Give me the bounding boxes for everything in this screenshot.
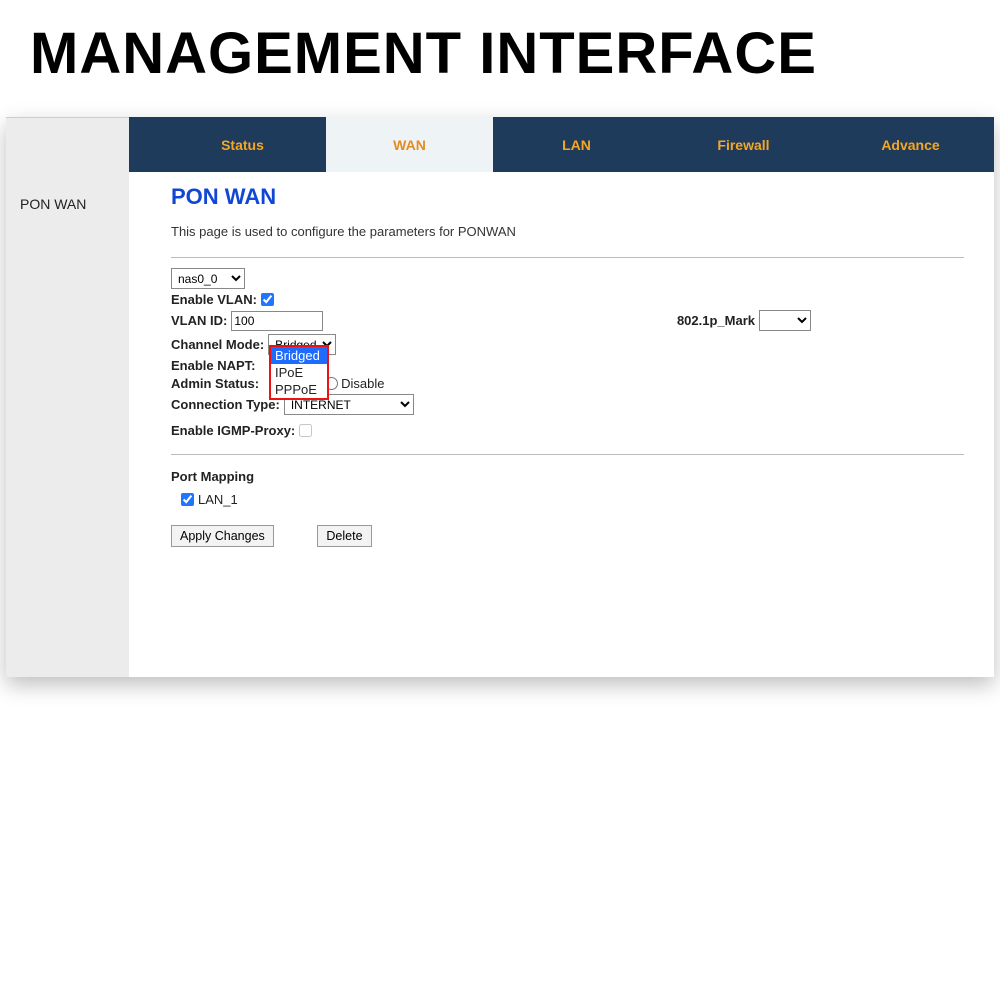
enable-igmp-label: Enable IGMP-Proxy: bbox=[171, 423, 295, 438]
main: Status WAN LAN Firewall Advance PON WAN … bbox=[129, 117, 994, 677]
banner-title: MANAGEMENT INTERFACE bbox=[0, 0, 1000, 117]
channel-mode-label: Channel Mode: bbox=[171, 337, 264, 352]
tab-advance[interactable]: Advance bbox=[827, 117, 994, 172]
tab-lan[interactable]: LAN bbox=[493, 117, 660, 172]
delete-button[interactable]: Delete bbox=[317, 525, 371, 547]
channel-mode-option-bridged[interactable]: Bridged bbox=[271, 347, 327, 364]
admin-status-disable-label: Disable bbox=[341, 376, 384, 391]
enable-vlan-label: Enable VLAN: bbox=[171, 292, 257, 307]
tabbar: Status WAN LAN Firewall Advance bbox=[129, 117, 994, 172]
enable-napt-label: Enable NAPT: bbox=[171, 358, 256, 373]
tab-firewall[interactable]: Firewall bbox=[660, 117, 827, 172]
admin-status-label: Admin Status: bbox=[171, 376, 259, 391]
mark-select[interactable] bbox=[759, 310, 811, 331]
content: PON WAN This page is used to configure t… bbox=[129, 172, 994, 577]
connection-type-label: Connection Type: bbox=[171, 397, 280, 412]
tab-wan[interactable]: WAN bbox=[326, 117, 493, 172]
channel-mode-option-ipoe[interactable]: IPoE bbox=[271, 364, 327, 381]
sidebar: PON WAN bbox=[6, 117, 129, 677]
nas-select[interactable]: nas0_0 bbox=[171, 268, 245, 289]
lan1-checkbox[interactable] bbox=[181, 493, 194, 506]
lan1-label: LAN_1 bbox=[198, 492, 238, 507]
mark-label: 802.1p_Mark bbox=[677, 313, 755, 328]
channel-mode-option-pppoe[interactable]: PPPoE bbox=[271, 381, 327, 398]
port-mapping-label: Port Mapping bbox=[171, 469, 964, 484]
enable-igmp-checkbox[interactable] bbox=[299, 424, 312, 437]
enable-vlan-checkbox[interactable] bbox=[261, 293, 274, 306]
page-description: This page is used to configure the param… bbox=[171, 224, 964, 239]
vlan-id-label: VLAN ID: bbox=[171, 313, 227, 328]
page-title: PON WAN bbox=[171, 184, 964, 210]
apply-changes-button[interactable]: Apply Changes bbox=[171, 525, 274, 547]
vlan-id-input[interactable] bbox=[231, 311, 323, 331]
panel: PON WAN Status WAN LAN Firewall Advance … bbox=[6, 117, 994, 677]
channel-mode-dropdown[interactable]: Bridged IPoE PPPoE bbox=[269, 345, 329, 400]
divider bbox=[171, 454, 964, 455]
sidebar-item-pon-wan[interactable]: PON WAN bbox=[6, 188, 129, 220]
tab-status[interactable]: Status bbox=[159, 117, 326, 172]
divider bbox=[171, 257, 964, 258]
